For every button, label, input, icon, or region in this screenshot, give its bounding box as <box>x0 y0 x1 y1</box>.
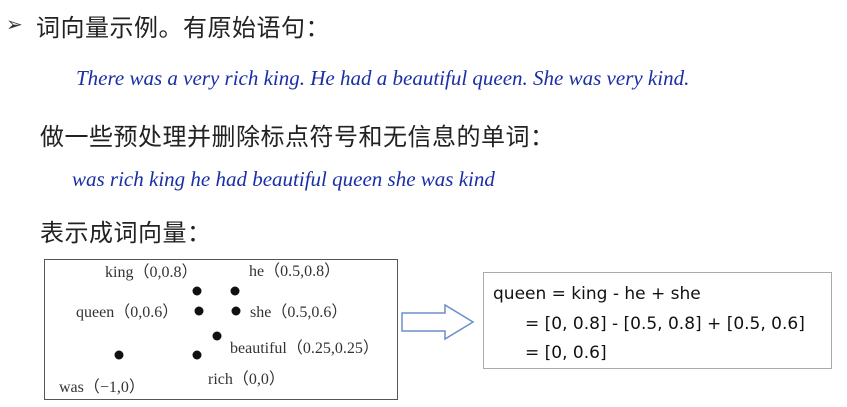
heading-represent-as-vectors: 表示成词向量： <box>40 219 212 247</box>
word-vector-plot: king（0,0.8） he（0.5,0.8） queen（0,0.6） she… <box>44 259 398 400</box>
equation-line-1: queen = king - he + she <box>493 284 701 304</box>
equation-line-2: = [0, 0.8] - [0.5, 0.8] + [0.5, 0.6] <box>525 314 805 334</box>
heading-word-vector-example: 词向量示例。有原始语句： <box>36 14 330 42</box>
point-beautiful-dot <box>212 331 222 341</box>
point-beautiful-label: beautiful（0.25,0.25） <box>230 339 379 357</box>
bullet-icon: ➢ <box>6 12 23 36</box>
point-queen-label: queen（0,0.6） <box>76 303 178 321</box>
point-was-label: was（−1,0） <box>59 378 145 396</box>
point-king-dot <box>192 286 202 296</box>
equation-line-3: = [0, 0.6] <box>525 343 607 363</box>
point-she-label: she（0.5,0.6） <box>250 303 347 321</box>
heading-preprocess: 做一些预处理并删除标点符号和无信息的单词： <box>40 123 555 151</box>
point-was-dot <box>114 350 124 360</box>
right-arrow-outline-icon <box>400 302 476 346</box>
original-sentence: There was a very rich king. He had a bea… <box>76 66 690 90</box>
point-he-label: he（0.5,0.8） <box>249 262 340 280</box>
word-vector-plot-svg: king（0,0.8） he（0.5,0.8） queen（0,0.6） she… <box>59 262 379 396</box>
point-rich-dot <box>192 350 202 360</box>
point-he-dot <box>230 286 240 296</box>
processed-sentence: was rich king he had beautiful queen she… <box>72 167 495 191</box>
point-she-dot <box>231 306 241 316</box>
point-queen-dot <box>194 306 204 316</box>
equation-box: queen = king - he + she = [0, 0.8] - [0.… <box>483 272 832 369</box>
point-king-label: king（0,0.8） <box>105 263 197 281</box>
point-rich-label: rich（0,0） <box>208 370 285 388</box>
